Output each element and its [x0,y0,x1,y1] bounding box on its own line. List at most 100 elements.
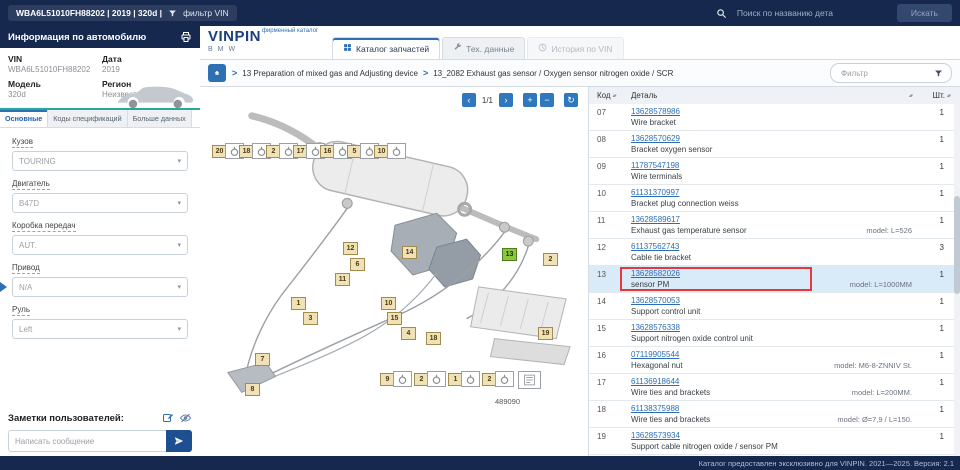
field-value: B47D [19,198,40,208]
part-thumbnail[interactable] [387,143,406,159]
print-icon[interactable] [180,31,192,43]
part-number-link[interactable]: 11787547198 [631,161,679,170]
part-number-link[interactable]: 13628576338 [631,323,680,332]
sort-icon: ▴▾ [946,92,951,99]
field-select-4[interactable]: Left ▾ [12,319,188,339]
part-number-link[interactable]: 13628589617 [631,215,680,224]
filter-input[interactable] [839,67,934,79]
column-header-qty[interactable]: Шт. ▴▾ [916,91,960,100]
field-label[interactable]: Руль [12,305,30,316]
diagram-callout-1[interactable]: 1 [291,297,306,310]
part-number-link[interactable]: 13628570629 [631,134,680,143]
table-row[interactable]: 17 61136918644 Wire ties and brackets model… [589,374,954,401]
table-row[interactable]: 10 61131370997 Bracket plug connection wei… [589,185,954,212]
sidebar-tab-0[interactable]: Основные [0,110,49,127]
diagram-callout-18[interactable]: 18 [426,332,441,345]
field-label[interactable]: Двигатель [12,179,50,190]
part-number-link[interactable]: 07119905544 [631,350,679,359]
message-input[interactable] [8,430,166,452]
table-row[interactable]: 18 61138375988 Wire ties and brackets model… [589,401,954,428]
search-button[interactable]: Искать [896,4,952,22]
field-select-2[interactable]: AUT. ▾ [12,235,188,255]
diagram-callout-11[interactable]: 11 [335,273,350,286]
chevron-down-icon: ▾ [177,158,181,165]
part-name: Cable tie bracket [631,253,692,262]
home-button[interactable] [208,64,226,82]
diagram-callout-15[interactable]: 15 [387,312,402,325]
part-number-link[interactable]: 13628573934 [631,431,680,440]
field-label[interactable]: Кузов [12,137,33,148]
part-number-link[interactable]: 61137562743 [631,242,679,251]
table-row[interactable]: 09 11787547198 Wire terminals 1 [589,158,954,185]
part-thumbnail[interactable] [427,371,446,387]
compose-icon[interactable] [162,412,174,424]
footer-text: Каталог предоставлен эксклюзивно для VIN… [698,458,954,468]
diagram-callout-3[interactable]: 3 [303,312,318,325]
part-thumbnail[interactable] [495,371,514,387]
part-qty: 1 [939,432,944,441]
diagram-callout-12[interactable]: 12 [343,242,358,255]
table-filter[interactable] [830,63,952,83]
part-code: 18 [597,405,606,414]
zoom-in-button[interactable]: + [523,93,537,107]
vinpin-logo[interactable]: VINPIN BMW [208,29,261,53]
part-thumbnail[interactable] [461,371,480,387]
table-row[interactable]: 12 61137562743 Cable tie bracket 3 [589,239,954,266]
table-row[interactable]: 14 13628570053 Support control unit 1 [589,293,954,320]
breadcrumb-item-1[interactable]: 13_2082 Exhaust gas sensor / Oxygen sens… [433,69,673,78]
diagram-callout-4[interactable]: 4 [401,327,416,340]
table-row[interactable]: 15 13628576338 Support nitrogen oxide cont… [589,320,954,347]
field-select-1[interactable]: B47D ▾ [12,193,188,213]
table-row[interactable]: 13 13628582026 sensor PM model: L=1000MM 1 [589,266,954,293]
diagram-controls: ‹ 1/1 › + − ↻ [461,93,578,107]
table-header: Код ▴▾ Деталь ▴▾ Шт. ▴▾ [589,87,960,105]
table-row[interactable]: 08 13628570629 Bracket oxygen sensor 1 [589,131,954,158]
part-thumbnail[interactable] [393,371,412,387]
diagram-page-thumbnail[interactable] [518,371,541,389]
diagram-callout-19[interactable]: 19 [538,327,553,340]
diagram-callout-10[interactable]: 10 [381,297,396,310]
part-code: 07 [597,108,606,117]
parts-diagram[interactable]: ‹ 1/1 › + − ↻ 20 18 2 17 16 5 10 12 6 11 14 13 2 1 3 10… [200,87,589,456]
diagram-callout-13-selected[interactable]: 13 [502,248,517,261]
search-input[interactable] [734,7,889,19]
part-number-link[interactable]: 61131370997 [631,188,679,197]
part-number-link[interactable]: 13628570053 [631,296,680,305]
column-header-code[interactable]: Код ▴▾ [589,91,631,100]
part-qty: 1 [939,189,944,198]
tab-vin-history[interactable]: История по VIN [527,37,624,59]
prev-page-button[interactable]: ‹ [461,93,476,107]
part-number-link[interactable]: 13628578986 [631,107,680,116]
field-label[interactable]: Коробка передач [12,221,76,232]
sidebar-tab-2[interactable]: Больше данных [127,110,192,127]
tab-tech-data[interactable]: Тех. данные [442,37,526,59]
part-number-link[interactable]: 61136918644 [631,377,679,386]
eye-off-icon[interactable] [179,412,192,424]
field-select-3[interactable]: N/A ▾ [12,277,188,297]
field-select-0[interactable]: TOURING ▾ [12,151,188,171]
zoom-out-button[interactable]: − [540,93,554,107]
next-page-button[interactable]: › [499,93,513,107]
sidebar-tab-1[interactable]: Коды спецификаций [48,110,128,127]
diagram-callout-14[interactable]: 14 [402,246,417,259]
field-label[interactable]: Привод [12,263,40,274]
breadcrumb-item-0[interactable]: 13 Preparation of mixed gas and Adjustin… [242,69,418,78]
vin-chip[interactable]: WBA6L51010FH88202 | 2019 | 320d | фильтр… [8,5,237,21]
diagram-callout-6[interactable]: 6 [350,258,365,271]
column-header-detail[interactable]: Деталь ▴▾ [631,91,916,100]
part-code: 08 [597,135,606,144]
tab-parts-catalog[interactable]: Каталог запчастей [332,37,441,59]
part-number-link[interactable]: 61138375988 [631,404,679,413]
diagram-callout-8[interactable]: 8 [245,383,260,396]
diagram-callout-7[interactable]: 7 [255,353,270,366]
diagram-callout-2[interactable]: 2 [543,253,558,266]
table-row[interactable]: 19 13628573934 Support cable nitrogen oxid… [589,428,954,455]
table-row[interactable]: 07 13628578986 Wire bracket 1 [589,104,954,131]
reset-view-button[interactable]: ↻ [564,93,578,107]
table-scrollbar[interactable] [954,104,960,456]
table-row[interactable]: 11 13628589617 Exhaust gas temperature sen… [589,212,954,239]
table-row[interactable]: 16 07119905544 Hexagonal nut model: M6-8-ZN… [589,347,954,374]
send-button[interactable] [166,430,192,452]
scrollbar-thumb[interactable] [954,195,960,295]
part-number-link[interactable]: 13628582026 [631,269,680,278]
